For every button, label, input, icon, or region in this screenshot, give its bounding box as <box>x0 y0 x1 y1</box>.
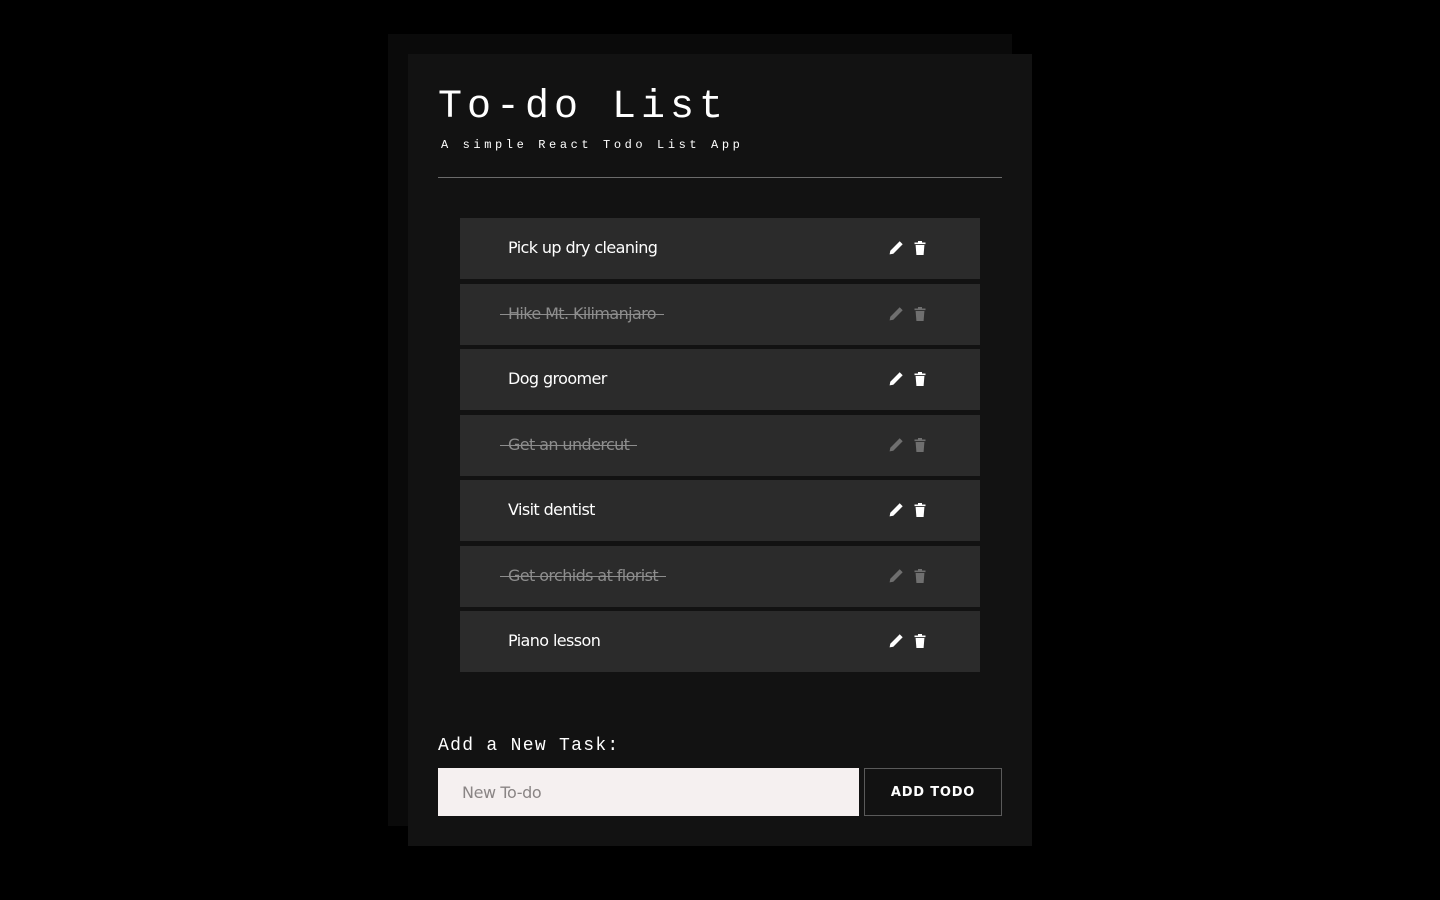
trash-icon[interactable] <box>912 633 928 649</box>
add-task-row: ADD TODO <box>438 768 1002 816</box>
todo-actions <box>888 306 928 322</box>
todo-text: Visit dentist <box>508 500 595 519</box>
pencil-icon[interactable] <box>888 371 904 387</box>
pencil-icon[interactable] <box>888 306 904 322</box>
pencil-icon[interactable] <box>888 240 904 256</box>
todo-item[interactable]: Get an undercut <box>460 414 980 476</box>
add-todo-button[interactable]: ADD TODO <box>864 768 1002 816</box>
todo-item[interactable]: Visit dentist <box>460 480 980 541</box>
add-task-label: Add a New Task: <box>438 736 620 756</box>
todo-text: Dog groomer <box>508 369 607 388</box>
todo-item[interactable]: Get orchids at florist <box>460 545 980 607</box>
trash-icon[interactable] <box>912 568 928 584</box>
todo-item[interactable]: Dog groomer <box>460 349 980 410</box>
app-title: To-do List <box>438 85 729 130</box>
todo-actions <box>888 371 928 387</box>
strikethrough-line <box>500 575 666 577</box>
todo-actions <box>888 240 928 256</box>
todo-list: Pick up dry cleaning Hike Mt. Kilimanjaro… <box>460 218 980 672</box>
pencil-icon[interactable] <box>888 502 904 518</box>
trash-icon[interactable] <box>912 306 928 322</box>
trash-icon[interactable] <box>912 240 928 256</box>
todo-item[interactable]: Hike Mt. Kilimanjaro <box>460 283 980 345</box>
todo-item[interactable]: Pick up dry cleaning <box>460 218 980 279</box>
trash-icon[interactable] <box>912 437 928 453</box>
strikethrough-line <box>500 444 637 446</box>
todo-actions <box>888 568 928 584</box>
todo-actions <box>888 502 928 518</box>
todo-text: Pick up dry cleaning <box>508 238 658 257</box>
todo-item[interactable]: Piano lesson <box>460 611 980 672</box>
strikethrough-line <box>500 313 664 315</box>
pencil-icon[interactable] <box>888 568 904 584</box>
add-task-section: Add a New Task: ADD TODO <box>438 734 1002 816</box>
todo-app-card: To-do List A simple React Todo List App … <box>408 54 1032 846</box>
trash-icon[interactable] <box>912 502 928 518</box>
header-divider <box>438 177 1002 178</box>
todo-text: Piano lesson <box>508 631 601 650</box>
app-header: To-do List A simple React Todo List App <box>438 54 1002 153</box>
app-subtitle: A simple React Todo List App <box>441 138 744 152</box>
trash-icon[interactable] <box>912 371 928 387</box>
todo-actions <box>888 437 928 453</box>
todo-actions <box>888 633 928 649</box>
new-todo-input[interactable] <box>438 768 859 816</box>
pencil-icon[interactable] <box>888 633 904 649</box>
pencil-icon[interactable] <box>888 437 904 453</box>
